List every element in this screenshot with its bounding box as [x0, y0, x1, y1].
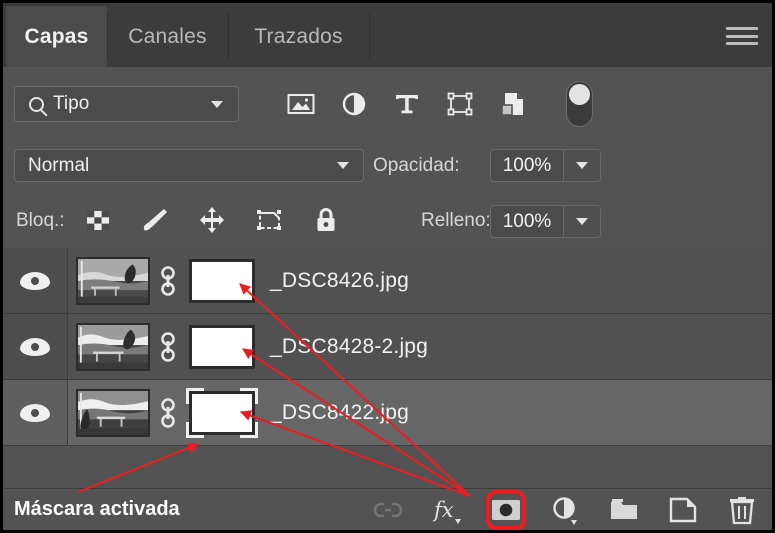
eye-icon[interactable]	[20, 271, 50, 290]
footer-button-group: fx	[372, 490, 758, 530]
blend-mode-row: Normal Opacidad: 100%	[3, 141, 772, 192]
transparent-pixels-lock-icon[interactable]	[83, 205, 113, 235]
position-lock-icon[interactable]	[197, 205, 227, 235]
annotation-label: Máscara activada	[14, 498, 180, 520]
delete-layer-button[interactable]	[726, 494, 758, 526]
panel-tab-bar: Capas Canales Trazados	[3, 3, 772, 67]
filter-type-dropdown[interactable]: Tipo	[14, 86, 239, 122]
layer-visibility-toggle[interactable]	[3, 248, 68, 313]
filter-toggle-switch[interactable]	[566, 81, 593, 127]
opacity-stepper[interactable]: 100%	[490, 149, 601, 182]
filter-icon-group	[286, 86, 528, 122]
layer-list-empty-area	[3, 468, 772, 489]
table-row[interactable]: _DSC8428-2.jpg	[3, 314, 772, 380]
mask-active-bracket	[240, 387, 258, 404]
image-pixels-lock-icon[interactable]	[140, 205, 170, 235]
chevron-down-icon[interactable]	[563, 150, 600, 181]
smart-object-filter-icon[interactable]	[498, 89, 528, 119]
layer-visibility-toggle[interactable]	[3, 314, 68, 379]
tab-canales[interactable]: Canales	[107, 6, 228, 67]
svg-text:fx: fx	[432, 498, 454, 522]
layer-thumbnail[interactable]	[76, 322, 150, 371]
filter-type-label: Tipo	[53, 93, 90, 114]
eye-icon[interactable]	[20, 337, 50, 356]
layer-thumbnail[interactable]	[76, 388, 150, 437]
layer-mask-thumbnail-active[interactable]	[186, 387, 258, 438]
layer-list: _DSC8426.jpg _DSC8428-2.jpg _DSC8422.jpg	[3, 248, 772, 468]
layers-panel: Capas Canales Trazados Tipo Normal Opaci…	[3, 3, 772, 530]
lock-all-icon[interactable]	[311, 205, 341, 235]
layer-name[interactable]: _DSC8426.jpg	[270, 269, 409, 293]
fill-stepper[interactable]: 100%	[490, 205, 601, 238]
pixel-layer-filter-icon[interactable]	[286, 89, 316, 119]
link-mask-icon[interactable]	[157, 330, 179, 364]
table-row[interactable]: _DSC8422.jpg	[3, 380, 772, 446]
blend-mode-dropdown[interactable]: Normal	[14, 149, 364, 182]
mask-active-bracket	[240, 421, 258, 438]
chevron-down-icon[interactable]	[563, 206, 600, 237]
blend-mode-value: Normal	[28, 154, 90, 176]
shape-layer-filter-icon[interactable]	[445, 89, 475, 119]
opacity-label: Opacidad:	[373, 155, 460, 176]
layer-visibility-toggle[interactable]	[3, 380, 68, 445]
layer-mask-thumbnail[interactable]	[186, 322, 258, 372]
table-row[interactable]: _DSC8426.jpg	[3, 248, 772, 314]
fill-label: Relleno:	[421, 210, 491, 231]
mask-active-bracket	[186, 421, 204, 438]
tab-capas[interactable]: Capas	[6, 6, 107, 67]
opacity-value[interactable]: 100%	[491, 150, 563, 181]
layer-name[interactable]: _DSC8422.jpg	[270, 401, 409, 425]
link-mask-icon[interactable]	[157, 396, 179, 430]
lock-row: Bloq.: Relleno: 100%	[3, 191, 772, 249]
link-layers-button[interactable]	[372, 494, 404, 526]
link-mask-icon[interactable]	[157, 264, 179, 298]
layer-style-button[interactable]: fx	[431, 494, 463, 526]
adjustment-layer-filter-icon[interactable]	[339, 89, 369, 119]
tab-trazados[interactable]: Trazados	[228, 6, 369, 67]
lock-icon-group	[83, 205, 341, 235]
fill-value[interactable]: 100%	[491, 206, 563, 237]
type-layer-filter-icon[interactable]	[392, 89, 422, 119]
add-layer-mask-button[interactable]	[486, 490, 526, 530]
panel-footer: Máscara activada fx	[3, 489, 772, 530]
filter-row: Tipo	[3, 67, 772, 142]
artboard-nesting-lock-icon[interactable]	[254, 205, 284, 235]
layer-mask-thumbnail[interactable]	[186, 256, 258, 306]
lock-label: Bloq.:	[16, 210, 65, 231]
new-adjustment-layer-button[interactable]	[549, 494, 581, 526]
layer-thumbnail[interactable]	[76, 256, 150, 305]
hamburger-menu-icon[interactable]	[726, 27, 758, 45]
search-icon	[29, 96, 44, 112]
layer-name[interactable]: _DSC8428-2.jpg	[270, 335, 428, 359]
new-layer-button[interactable]	[667, 494, 699, 526]
chevron-down-icon	[211, 100, 223, 108]
new-group-button[interactable]	[608, 494, 640, 526]
mask-active-bracket	[186, 387, 204, 404]
eye-icon[interactable]	[20, 403, 50, 422]
chevron-down-icon	[337, 162, 349, 169]
